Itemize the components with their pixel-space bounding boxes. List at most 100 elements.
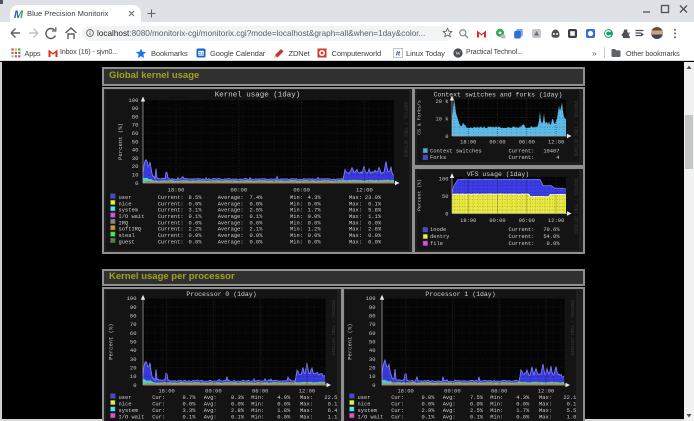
svg-text:50: 50 (369, 338, 376, 345)
svg-text:9.7%: 9.7% (182, 395, 196, 401)
svg-text:100: 100 (439, 176, 449, 182)
svg-text:18:00: 18:00 (460, 139, 476, 145)
svg-text:3.3%: 3.3% (182, 408, 196, 414)
svg-text:0.1%: 0.1% (249, 214, 263, 220)
svg-text:Max:: Max: (349, 239, 362, 245)
svg-text:0.0%: 0.0% (516, 402, 530, 408)
svg-text:4.3%: 4.3% (516, 395, 530, 401)
svg-text:4.9%: 4.9% (277, 395, 291, 401)
svg-text:20: 20 (130, 365, 137, 372)
svg-text:0.0%: 0.0% (470, 402, 484, 408)
svg-text:Current:: Current: (509, 227, 535, 233)
svg-text:06:00: 06:00 (293, 186, 310, 193)
svg-text:0.0%: 0.0% (182, 402, 196, 408)
svg-text:Max:: Max: (539, 395, 552, 401)
svg-text:Min:: Min: (290, 239, 303, 245)
svg-text:Avg:: Avg: (443, 395, 456, 401)
svg-text:0: 0 (372, 382, 375, 389)
svg-text:inode: inode (430, 227, 446, 233)
svg-text:W: W (455, 51, 461, 57)
svg-text:Processor 0 (1day): Processor 0 (1day) (186, 291, 256, 298)
svg-text:0.0%: 0.0% (516, 415, 530, 421)
svg-text:0.0%: 0.0% (249, 220, 263, 226)
svg-text:nice: nice (119, 201, 132, 207)
svg-text:Max:: Max: (539, 402, 552, 408)
svg-text:Current:: Current: (158, 208, 184, 214)
svg-text:22.5%: 22.5% (324, 395, 337, 401)
svg-text:9.0%: 9.0% (421, 395, 435, 401)
svg-text:I/O wait: I/O wait (119, 415, 145, 421)
svg-text:0.0%: 0.0% (308, 239, 322, 245)
svg-text:Max:: Max: (349, 220, 362, 226)
svg-text:Max:: Max: (300, 402, 313, 408)
svg-text:Current:: Current: (158, 233, 184, 239)
svg-text:40: 40 (130, 347, 137, 354)
svg-text:100: 100 (127, 295, 137, 302)
svg-text:Max:: Max: (300, 415, 313, 421)
svg-text:system: system (119, 408, 138, 414)
svg-text:Cur:: Cur: (391, 415, 404, 421)
svg-text:Min:: Min: (290, 195, 303, 201)
svg-text:54.0%: 54.0% (543, 234, 560, 240)
svg-text:20: 20 (132, 163, 139, 170)
svg-text:RRDTOOL / TOBI OETIKER: RRDTOOL / TOBI OETIKER (573, 101, 578, 157)
svg-text:0.1%: 0.1% (567, 402, 576, 408)
svg-text:2.9%: 2.9% (421, 408, 435, 414)
svg-text:Max:: Max: (349, 201, 362, 207)
svg-text:Avg:: Avg: (443, 415, 456, 421)
svg-text:Min:: Min: (290, 201, 303, 207)
svg-text:06:00: 06:00 (491, 388, 508, 395)
svg-text:8.5%: 8.5% (189, 195, 203, 201)
svg-text:70: 70 (130, 321, 137, 328)
svg-text:Max:: Max: (349, 208, 362, 214)
svg-text:1.0%: 1.0% (567, 415, 576, 421)
svg-text:0.0%: 0.0% (421, 402, 435, 408)
svg-text:1.8%: 1.8% (277, 408, 291, 414)
svg-text:90: 90 (130, 304, 137, 311)
svg-text:IRQ: IRQ (119, 220, 129, 226)
svg-text:1.1%: 1.1% (368, 214, 382, 220)
svg-text:Avg:: Avg: (443, 402, 456, 408)
svg-text:Percent (%): Percent (%) (347, 323, 354, 359)
svg-text:Min:: Min: (290, 220, 303, 226)
svg-text:90: 90 (132, 105, 139, 112)
svg-text:70: 70 (132, 122, 139, 129)
svg-text:0.0%: 0.0% (189, 220, 203, 226)
svg-text:Min:: Min: (251, 395, 264, 401)
svg-text:10: 10 (132, 172, 139, 179)
svg-text:0.0%: 0.0% (368, 239, 382, 245)
svg-text:50: 50 (132, 138, 139, 145)
svg-text:2.2%: 2.2% (189, 227, 203, 233)
svg-text:20 k: 20 k (436, 98, 449, 104)
svg-text:Average:: Average: (218, 233, 244, 239)
svg-text:Min:: Min: (490, 395, 503, 401)
svg-text:12:00: 12:00 (548, 217, 564, 223)
svg-text:Average:: Average: (218, 208, 244, 214)
svg-text:Cur:: Cur: (391, 395, 404, 401)
svg-text:Current:: Current: (509, 234, 535, 240)
svg-text:0: 0 (445, 211, 448, 217)
svg-text:6.4%: 6.4% (328, 408, 337, 414)
svg-text:1.1%: 1.1% (328, 415, 337, 421)
svg-text:1.7%: 1.7% (308, 208, 322, 214)
svg-text:2.5%: 2.5% (249, 208, 263, 214)
svg-text:00:00: 00:00 (489, 217, 505, 223)
svg-text:Max:: Max: (349, 227, 362, 233)
svg-text:18:00: 18:00 (158, 388, 175, 395)
svg-text:0.1%: 0.1% (231, 415, 245, 421)
svg-text:Avg:: Avg: (204, 395, 217, 401)
svg-text:50: 50 (442, 193, 448, 199)
svg-text:Max:: Max: (349, 214, 362, 220)
svg-text:guest: guest (119, 239, 135, 245)
svg-text:softIRQ: softIRQ (119, 227, 142, 233)
svg-text:0.0%: 0.0% (308, 201, 322, 207)
svg-text:0.0%: 0.0% (308, 220, 322, 226)
svg-text:Min:: Min: (290, 208, 303, 214)
svg-text:0: 0 (133, 382, 136, 389)
svg-text:Min:: Min: (490, 408, 503, 414)
svg-text:10: 10 (130, 373, 137, 380)
svg-text:22.1%: 22.1% (563, 395, 576, 401)
svg-text:18:00: 18:00 (168, 186, 185, 193)
svg-text:Max:: Max: (300, 395, 313, 401)
svg-text:00:00: 00:00 (230, 186, 247, 193)
